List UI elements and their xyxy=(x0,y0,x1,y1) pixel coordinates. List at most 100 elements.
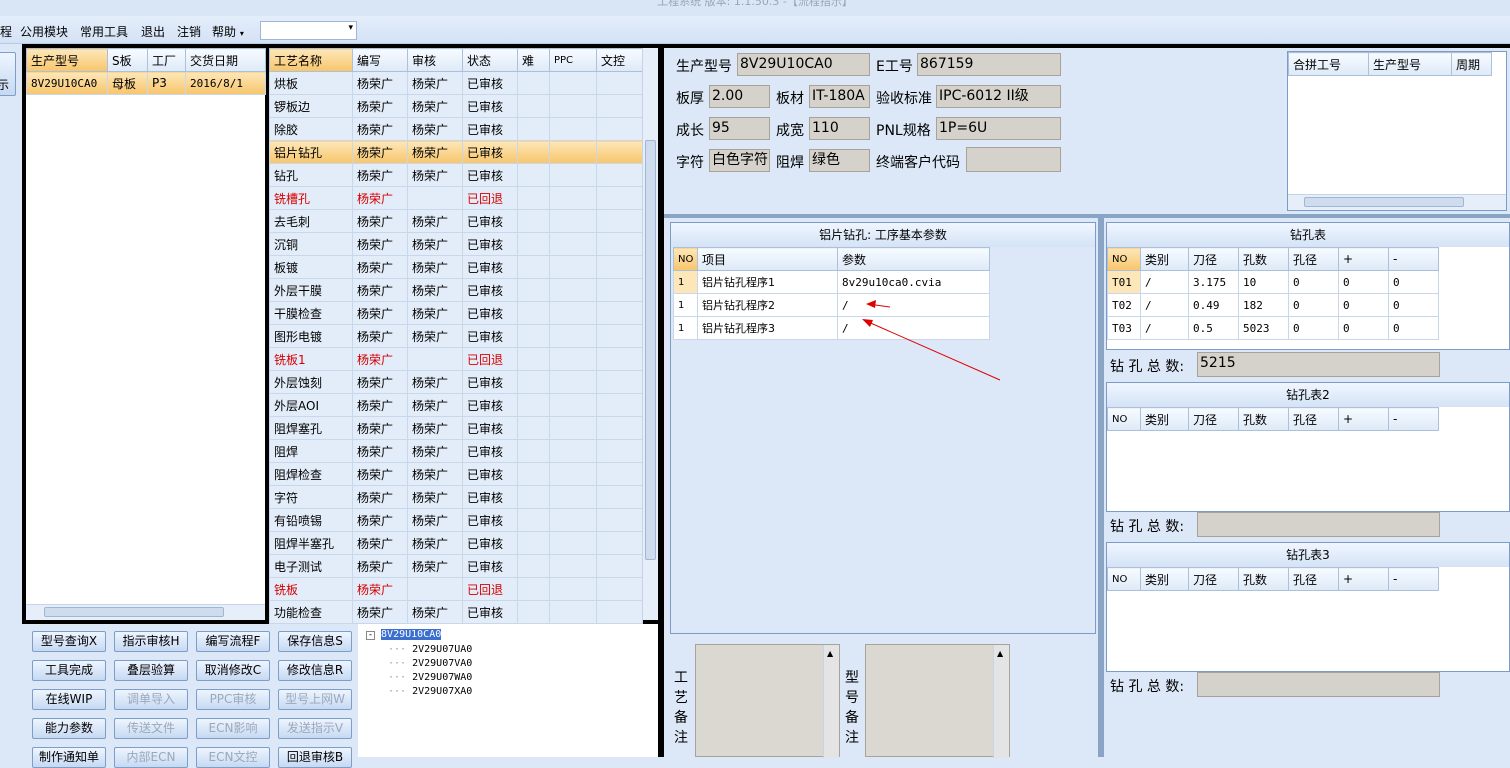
col-header[interactable]: NO xyxy=(673,247,698,271)
col-header[interactable]: - xyxy=(1388,247,1439,271)
col-header[interactable]: 编写 xyxy=(352,48,408,72)
action-button[interactable]: ECN文控 xyxy=(196,747,270,768)
table-row[interactable]: 图形电镀 杨荣广 杨荣广 已审核 xyxy=(269,324,643,348)
table-row[interactable]: 除胶 杨荣广 杨荣广 已审核 xyxy=(269,117,643,141)
wid-field[interactable]: 110 xyxy=(809,117,870,140)
action-button[interactable]: 调单导入 xyxy=(114,689,188,710)
toolbar-combo[interactable]: ▾ xyxy=(260,21,357,40)
action-button[interactable]: 型号查询X xyxy=(32,631,106,652)
col-header[interactable]: 周期 xyxy=(1451,52,1492,76)
table-row[interactable]: 外层蚀刻 杨荣广 杨荣广 已审核 xyxy=(269,370,643,394)
col-header[interactable]: 刀径 xyxy=(1188,567,1239,591)
mask-field[interactable]: 绿色 xyxy=(809,149,870,172)
action-button[interactable]: ECN影响 xyxy=(196,718,270,739)
col-header[interactable]: 审核 xyxy=(407,48,463,72)
menu-item-0[interactable]: 程 xyxy=(0,23,12,40)
table-row[interactable]: 电子测试 杨荣广 杨荣广 已审核 xyxy=(269,554,643,578)
table-row[interactable]: 外层AOI 杨荣广 杨荣广 已审核 xyxy=(269,393,643,417)
menu-item-common-modules[interactable]: 公用模块 xyxy=(20,23,68,40)
mat-field[interactable]: IT-180A xyxy=(809,85,870,108)
drill3-total-field[interactable] xyxy=(1197,672,1440,697)
col-header[interactable]: 项目 xyxy=(697,247,838,271)
col-header[interactable]: 孔数 xyxy=(1238,247,1289,271)
collapse-icon[interactable]: - xyxy=(366,631,375,640)
std-field[interactable]: IPC-6012 II级 xyxy=(936,85,1061,108)
col-header[interactable]: 参数 xyxy=(837,247,990,271)
menu-item-logout[interactable]: 注销 xyxy=(177,23,201,40)
pnl-field[interactable]: 1P=6U xyxy=(936,117,1061,140)
col-header[interactable]: + xyxy=(1338,567,1389,591)
col-header[interactable]: 刀径 xyxy=(1188,247,1239,271)
col-header[interactable]: 文控 xyxy=(596,48,643,72)
action-button[interactable]: 型号上网W xyxy=(278,689,352,710)
table-row[interactable]: 铣板1 杨荣广 已回退 xyxy=(269,347,643,371)
table-row[interactable]: 阻焊半塞孔 杨荣广 杨荣广 已审核 xyxy=(269,531,643,555)
col-header[interactable]: NO xyxy=(1107,407,1141,431)
table-row[interactable]: 去毛刺 杨荣广 杨荣广 已审核 xyxy=(269,209,643,233)
table-row[interactable]: 钻孔 杨荣广 杨荣广 已审核 xyxy=(269,163,643,187)
col-header[interactable]: 类别 xyxy=(1140,407,1189,431)
tree-node[interactable]: ··· 2V29U07VA0 xyxy=(388,657,472,671)
action-button[interactable]: 制作通知单 xyxy=(32,747,106,768)
tree-root[interactable]: - 8V29U10CA0 xyxy=(366,629,442,640)
model-note-field[interactable]: ▲ xyxy=(865,644,1010,758)
col-header[interactable]: - xyxy=(1388,407,1439,431)
col-header[interactable]: 难 xyxy=(517,48,550,72)
horizontal-scrollbar[interactable] xyxy=(1288,194,1506,210)
action-button[interactable]: 内部ECN xyxy=(114,747,188,768)
tree-node[interactable]: ··· 2V29U07XA0 xyxy=(388,685,472,699)
table-row[interactable]: 铣槽孔 杨荣广 已回退 xyxy=(269,186,643,210)
col-header[interactable]: 生产型号 xyxy=(26,48,108,72)
action-button[interactable]: 修改信息R xyxy=(278,660,352,681)
table-row[interactable]: T03/0.5 5023 0 0 0 xyxy=(1107,316,1439,340)
col-header[interactable]: S板 xyxy=(107,48,148,72)
vertical-scrollbar[interactable] xyxy=(642,48,658,620)
table-row[interactable]: 阻焊 杨荣广 杨荣广 已审核 xyxy=(269,439,643,463)
table-row[interactable]: 字符 杨荣广 杨荣广 已审核 xyxy=(269,485,643,509)
model-field[interactable]: 8V29U10CA0 xyxy=(737,53,870,76)
horizontal-scrollbar[interactable] xyxy=(26,604,265,620)
col-header[interactable]: PPC xyxy=(549,48,597,72)
col-header[interactable]: + xyxy=(1338,407,1389,431)
action-button[interactable]: 指示审核H xyxy=(114,631,188,652)
col-header[interactable]: 状态 xyxy=(462,48,518,72)
process-note-field[interactable]: ▲ xyxy=(695,644,840,758)
col-header[interactable]: 类别 xyxy=(1140,567,1189,591)
e-field[interactable]: 867159 xyxy=(917,53,1061,76)
col-header[interactable]: 工厂 xyxy=(147,48,186,72)
action-button[interactable]: 发送指示V xyxy=(278,718,352,739)
table-row[interactable]: 铝片钻孔 杨荣广 杨荣广 已审核 xyxy=(269,140,643,164)
action-button[interactable]: 编写流程F xyxy=(196,631,270,652)
tree-node[interactable]: ··· 2V29U07WA0 xyxy=(388,671,472,685)
table-row[interactable]: 外层干膜 杨荣广 杨荣广 已审核 xyxy=(269,278,643,302)
table-row[interactable]: 铣板 杨荣广 已回退 xyxy=(269,577,643,601)
table-row[interactable]: 干膜检查 杨荣广 杨荣广 已审核 xyxy=(269,301,643,325)
col-header[interactable]: 类别 xyxy=(1140,247,1189,271)
table-row[interactable]: 有铅喷锡 杨荣广 杨荣广 已审核 xyxy=(269,508,643,532)
table-row[interactable]: 8V29U10CA0 母板 P3 2016/8/1 xyxy=(26,71,266,95)
char-field[interactable]: 白色字符 xyxy=(709,149,770,172)
col-header[interactable]: 孔径 xyxy=(1288,407,1339,431)
col-header[interactable]: 孔径 xyxy=(1288,567,1339,591)
menu-item-exit[interactable]: 退出 xyxy=(141,23,165,40)
table-row[interactable]: 阻焊检查 杨荣广 杨荣广 已审核 xyxy=(269,462,643,486)
table-row[interactable]: T02/0.49 182 0 0 0 xyxy=(1107,293,1439,317)
action-button[interactable]: 保存信息S xyxy=(278,631,352,652)
thick-field[interactable]: 2.00 xyxy=(709,85,770,108)
action-button[interactable]: 在线WIP xyxy=(32,689,106,710)
action-button[interactable]: 回退审核B xyxy=(278,747,352,768)
col-header[interactable]: 生产型号 xyxy=(1368,52,1452,76)
action-button[interactable]: 叠层验算 xyxy=(114,660,188,681)
left-strip-button[interactable]: 示 xyxy=(0,52,16,96)
action-button[interactable]: 工具完成 xyxy=(32,660,106,681)
col-header[interactable]: NO xyxy=(1107,567,1141,591)
table-row[interactable]: T01/3.175 10 0 0 0 xyxy=(1107,270,1439,294)
col-header[interactable]: 交货日期 xyxy=(185,48,266,72)
table-row[interactable]: 阻焊塞孔 杨荣广 杨荣广 已审核 xyxy=(269,416,643,440)
len-field[interactable]: 95 xyxy=(709,117,770,140)
action-button[interactable]: 传送文件 xyxy=(114,718,188,739)
col-header[interactable]: 工艺名称 xyxy=(269,48,353,72)
col-header[interactable]: 孔径 xyxy=(1288,247,1339,271)
drill2-total-field[interactable] xyxy=(1197,512,1440,537)
action-button[interactable]: 能力参数 xyxy=(32,718,106,739)
